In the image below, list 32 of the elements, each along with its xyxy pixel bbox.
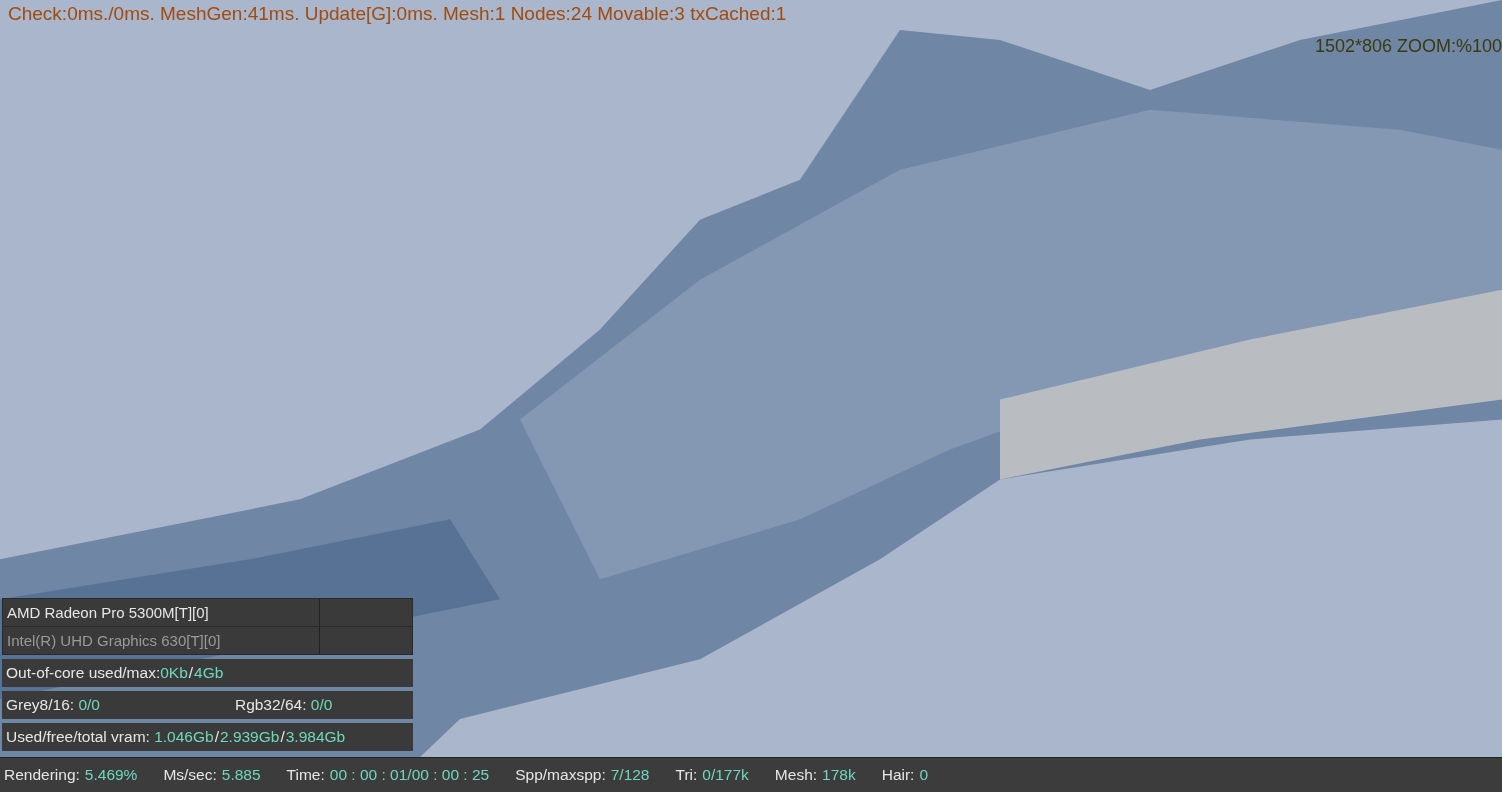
stat-label: Grey8/16: [6, 696, 76, 714]
render-stats-text: Check:0ms./0ms. MeshGen:41ms. Update[G]:0ms. Mesh:1 Nodes:24 Movable:3 txCached:1 [8, 3, 787, 25]
stat-value: 0/0 [78, 696, 100, 714]
stat-value: 2.939Gb [219, 728, 280, 746]
stat-value: 0/0 [310, 696, 333, 714]
stat-value: 1.046Gb [154, 728, 214, 746]
separator-slash: / [213, 728, 220, 746]
zoom-readout: 1502*806 ZOOM:%100 [1314, 36, 1502, 57]
device-name[interactable]: Intel(R) UHD Graphics 630[T][0] [3, 632, 319, 649]
stat-label: Rgb32/64: [234, 696, 308, 714]
stat-label: Used/free/total vram: [6, 728, 151, 746]
separator-slash: / [188, 664, 194, 682]
stat-label: Out-of-core used/max: [6, 664, 161, 682]
stat-value: 3.984Gb [285, 728, 346, 746]
status-label: Tri: [675, 766, 698, 784]
status-value: 5.469% [84, 766, 138, 784]
device-name[interactable]: AMD Radeon Pro 5300M[T][0] [3, 604, 319, 621]
status-label: Rendering: [4, 766, 80, 784]
status-value: 5.885 [221, 766, 261, 784]
status-label: Time: [286, 766, 325, 784]
status-label: Ms/sec: [163, 766, 217, 784]
status-label: Mesh: [774, 766, 818, 784]
status-value: 0 [919, 766, 929, 784]
separator-slash: / [279, 728, 286, 746]
status-value: 7/128 [610, 766, 650, 784]
status-label: Hair: [881, 766, 915, 784]
status-label: Spp/maxspp: [515, 766, 606, 784]
stat-value: 0Kb [160, 664, 188, 682]
status-value: 0/177k [702, 766, 749, 784]
status-value: 00 : 00 : 01/00 : 00 : 25 [329, 766, 490, 784]
stat-value: 4Gb [194, 664, 224, 682]
status-value: 178k [822, 766, 856, 784]
